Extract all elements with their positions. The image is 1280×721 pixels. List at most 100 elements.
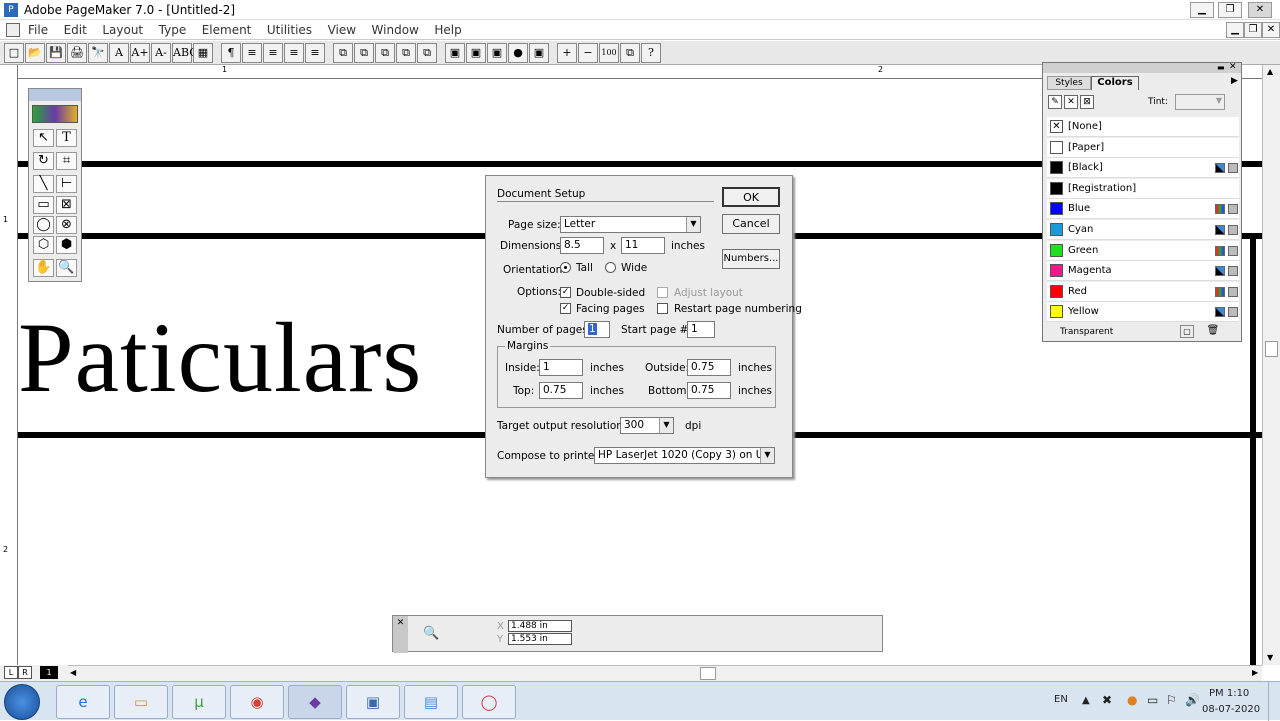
new-color-icon[interactable]: ▢ [1180,325,1194,338]
scroll-down-icon[interactable]: ▼ [1267,653,1273,662]
tall-radio[interactable] [560,262,571,273]
paragraph-icon[interactable]: ¶ [221,43,241,63]
color-row-magenta[interactable]: Magenta [1047,261,1239,282]
inside-input[interactable]: 1 [539,359,583,376]
printer-select[interactable]: HP LaserJet 1020 (Copy 3) on USB0 ▼ [594,447,775,464]
print-icon[interactable]: 🖨 [67,43,87,63]
utorrent-icon[interactable]: µ [172,685,226,719]
constrained-line-tool-icon[interactable]: ⊢ [56,175,77,193]
restart-numbering-label[interactable]: Restart page numbering [674,303,802,315]
photo-icon[interactable]: ▣ [487,43,507,63]
wide-radio[interactable] [605,262,616,273]
zoom-out-icon[interactable]: − [578,43,598,63]
style-icon[interactable]: ▦ [193,43,213,63]
recorder-icon[interactable]: ◯ [462,685,516,719]
open-icon[interactable]: 📂 [25,43,45,63]
find-icon[interactable]: 🔭 [88,43,108,63]
double-sided-label[interactable]: Double-sided [576,287,645,299]
stroke-icon[interactable]: ✎ [1048,95,1062,109]
color-row-black[interactable]: [Black] [1047,158,1239,179]
menu-layout[interactable]: Layout [96,21,149,39]
vertical-scroll-thumb[interactable] [1265,341,1278,357]
both-icon[interactable]: ⊠ [1080,95,1094,109]
vertical-scrollbar[interactable]: ▲ ▼ [1262,65,1280,665]
color-row-paper[interactable]: [Paper] [1047,137,1239,158]
rotate-tool-icon[interactable]: ↻ [33,152,54,170]
doc-restore-button[interactable]: ❐ [1244,22,1262,38]
chrome-icon[interactable]: ◉ [230,685,284,719]
bullets-icon[interactable]: ≡ [263,43,283,63]
double-sided-checkbox[interactable]: ✓ [560,287,571,298]
indent-icon[interactable]: ≡ [284,43,304,63]
tall-label[interactable]: Tall [576,262,593,274]
network-error-icon[interactable]: ✖ [1102,693,1112,707]
adjust-layout-checkbox[interactable] [657,287,668,298]
scroll-right-icon[interactable]: ▶ [1252,668,1258,677]
rectangle-tool-icon[interactable]: ▭ [33,196,54,214]
start-page-input[interactable]: 1 [687,321,715,338]
close-button[interactable]: ✕ [1248,2,1272,18]
color-row-none[interactable]: ✕ [None] [1047,117,1239,137]
left-master-page-icon[interactable]: L [4,666,18,679]
resolution-select[interactable]: 300 ▼ [620,417,674,434]
copy-icon[interactable]: ⧉ [333,43,353,63]
font-size-up-icon[interactable]: A+ [130,43,150,63]
rule-line-vertical[interactable] [1250,236,1256,666]
tint-select[interactable]: ▼ [1175,94,1225,110]
x-coord-field[interactable]: 1.488 in [508,620,572,632]
sort-icon[interactable]: ≡ [242,43,262,63]
fit-window-icon[interactable]: ⧉ [620,43,640,63]
frame-icon[interactable]: ⧉ [375,43,395,63]
color-row-green[interactable]: Green [1047,240,1239,261]
hand-tool-icon[interactable]: ✋ [33,259,54,277]
rectangle-frame-tool-icon[interactable]: ⊠ [56,196,77,214]
toolbox-header[interactable] [29,89,81,101]
tab-colors[interactable]: Colors [1091,76,1139,90]
show-desktop-button[interactable] [1268,682,1280,721]
menu-type[interactable]: Type [153,21,193,39]
place-icon[interactable]: ▣ [445,43,465,63]
polygon-frame-tool-icon[interactable]: ⬢ [56,236,77,254]
menu-help[interactable]: Help [428,21,467,39]
doc-close-button[interactable]: ✕ [1262,22,1280,38]
new-icon[interactable]: □ [4,43,24,63]
doc-icon[interactable] [6,23,20,37]
actual-size-icon[interactable]: 100 [599,43,619,63]
right-master-page-icon[interactable]: R [18,666,32,679]
line-tool-icon[interactable]: ╲ [33,175,54,193]
scroll-up-icon[interactable]: ▲ [1267,67,1273,76]
color-row-blue[interactable]: Blue [1047,199,1239,220]
heading-text[interactable]: Paticulars [18,308,422,408]
help-icon[interactable]: ? [641,43,661,63]
paste-icon[interactable]: ⧉ [354,43,374,63]
polygon-tool-icon[interactable]: ⬡ [33,236,54,254]
color-row-cyan[interactable]: Cyan [1047,220,1239,240]
pagemaker-icon[interactable]: ◆ [288,685,342,719]
start-button[interactable] [4,684,40,720]
height-input[interactable]: 11 [621,237,665,254]
panel-close-icon[interactable]: ✕ [1229,62,1237,72]
facing-pages-checkbox[interactable]: ✓ [560,303,571,314]
horizontal-scroll-thumb[interactable] [700,667,716,680]
power-icon[interactable]: ▭ [1147,693,1158,707]
panel-minimize-icon[interactable]: ▬ [1217,63,1225,72]
save-icon[interactable]: 💾 [46,43,66,63]
globe-icon[interactable]: ● [508,43,528,63]
color-row-red[interactable]: Red [1047,281,1239,302]
cancel-button[interactable]: Cancel [722,214,780,234]
image-icon[interactable]: ▣ [466,43,486,63]
width-input[interactable]: 8.5 [560,237,604,254]
antivirus-icon[interactable]: ● [1127,693,1137,707]
restart-numbering-checkbox[interactable] [657,303,668,314]
display-icon[interactable]: ⚐ [1166,693,1177,707]
doc-minimize-button[interactable]: ▁ [1226,22,1244,38]
panel-menu-arrow-icon[interactable]: ▶ [1231,76,1238,86]
menu-element[interactable]: Element [196,21,258,39]
horizontal-scrollbar[interactable]: ◀ ▶ [68,665,1262,681]
spelling-icon[interactable]: ABC [172,43,198,63]
menu-window[interactable]: Window [366,21,425,39]
facing-pages-label[interactable]: Facing pages [576,303,645,315]
color-row-registration[interactable]: [Registration] [1047,178,1239,199]
zoom-tool-icon[interactable]: 🔍 [56,259,77,277]
font-size-down-icon[interactable]: A- [151,43,171,63]
